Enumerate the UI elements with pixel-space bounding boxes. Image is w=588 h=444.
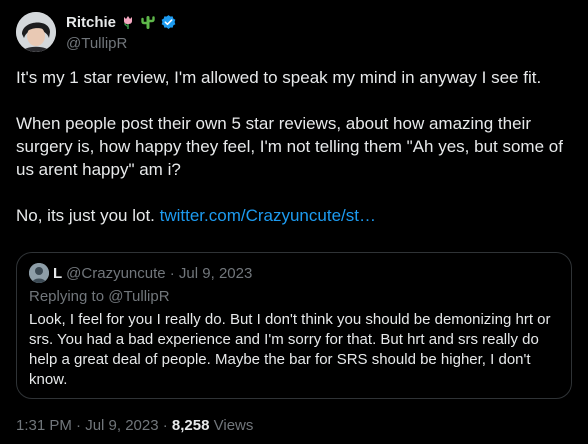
tweet-paragraph-3: No, its just you lot. twitter.com/Crazyu… — [16, 204, 572, 227]
views-label: Views — [209, 417, 254, 434]
verified-badge-icon[interactable] — [160, 14, 176, 30]
tweet-timestamp[interactable]: 1:31 PM · Jul 9, 2023 · — [16, 417, 172, 434]
tweet-paragraph-2: When people post their own 5 star review… — [16, 114, 563, 179]
quoted-tweet-link[interactable]: twitter.com/Crazyuncute/st… — [160, 206, 376, 225]
tweet-paragraph-3-text: No, its just you lot. — [16, 206, 160, 225]
quoted-tweet[interactable]: L @Crazyuncute · Jul 9, 2023 Replying to… — [16, 252, 572, 399]
name-row: Ritchie — [66, 12, 176, 32]
tweet-card: Ritchie @TullipR It's my 1 star review, … — [0, 0, 588, 444]
tweet-paragraph-1: It's my 1 star review, I'm allowed to sp… — [16, 68, 542, 87]
quoted-replying-to: Replying to @TullipR — [29, 288, 170, 305]
quoted-author-handle-date[interactable]: @Crazyuncute · Jul 9, 2023 — [66, 265, 252, 282]
tulip-emoji-icon — [120, 14, 136, 30]
tweet-meta: 1:31 PM · Jul 9, 2023 · 8,258 Views — [16, 417, 253, 434]
author-display-name[interactable]: Ritchie — [66, 14, 116, 31]
views-count: 8,258 — [171, 417, 210, 434]
author-handle[interactable]: @TullipR — [66, 35, 176, 52]
tweet-header: Ritchie @TullipR — [66, 12, 176, 52]
quoted-tweet-text: Look, I feel for you I really do. But I … — [29, 311, 551, 388]
quoted-author-avatar[interactable] — [29, 263, 49, 283]
quoted-author-name[interactable]: L — [53, 265, 62, 282]
cactus-emoji-icon — [140, 14, 156, 30]
author-avatar[interactable] — [16, 12, 56, 52]
tweet-body: It's my 1 star review, I'm allowed to sp… — [16, 66, 572, 227]
quoted-tweet-header: L @Crazyuncute · Jul 9, 2023 — [29, 263, 559, 283]
